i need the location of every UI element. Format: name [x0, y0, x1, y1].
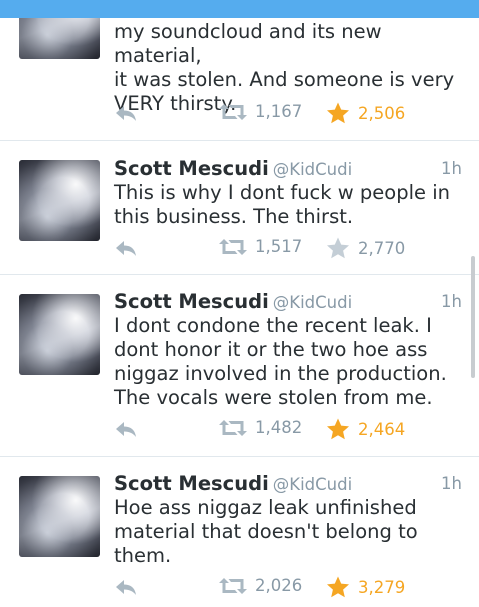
- favorite-button[interactable]: 2,770: [326, 237, 405, 260]
- avatar[interactable]: [19, 294, 100, 375]
- retweet-count: 1,167: [255, 102, 303, 121]
- favorite-count: 3,279: [358, 578, 406, 597]
- retweet-count: 1,517: [255, 237, 303, 256]
- tweet[interactable]: my soundcloud and its new material, it w…: [0, 0, 479, 141]
- tweet-actions: 1,517 2,770: [114, 237, 462, 263]
- author-handle[interactable]: @KidCudi: [273, 160, 352, 179]
- tweet-actions: 1,482 2,464: [114, 418, 462, 444]
- tweet[interactable]: Scott Mescudi @KidCudi 1h I dont condone …: [0, 275, 479, 457]
- tweet-text: I dont condone the recent leak. I dont h…: [114, 314, 447, 409]
- reply-icon[interactable]: [114, 418, 138, 444]
- avatar[interactable]: [19, 160, 100, 241]
- favorite-button[interactable]: 2,464: [326, 418, 405, 441]
- star-icon: [327, 576, 349, 598]
- tweet-text: This is why I dont fuck w people in this…: [114, 181, 450, 228]
- tweet-actions: 2,026 3,279: [114, 576, 462, 602]
- timestamp: 1h: [441, 474, 462, 493]
- favorite-count: 2,770: [358, 239, 406, 258]
- retweet-icon: [219, 238, 247, 255]
- favorite-count: 2,506: [358, 104, 406, 123]
- author-handle[interactable]: @KidCudi: [273, 475, 352, 494]
- status-bar: [0, 0, 479, 18]
- retweet-icon: [219, 419, 247, 436]
- retweet-count: 2,026: [255, 576, 303, 595]
- tweet-actions: 1,167 2,506: [114, 102, 462, 128]
- retweet-button[interactable]: 1,167: [219, 102, 302, 121]
- favorite-button[interactable]: 3,279: [326, 576, 405, 599]
- author-name[interactable]: Scott Mescudi: [114, 290, 269, 313]
- avatar[interactable]: [19, 476, 100, 557]
- timestamp: 1h: [441, 159, 462, 178]
- tweet[interactable]: Scott Mescudi @KidCudi 1h This is why I d…: [0, 141, 479, 275]
- retweet-button[interactable]: 1,517: [219, 237, 302, 256]
- tweet[interactable]: Scott Mescudi @KidCudi 1h Hoe ass niggaz …: [0, 457, 479, 607]
- tweet-header: Scott Mescudi @KidCudi 1h: [114, 290, 462, 316]
- retweet-button[interactable]: 2,026: [219, 576, 302, 595]
- reply-icon[interactable]: [114, 576, 138, 602]
- favorite-count: 2,464: [358, 420, 406, 439]
- author-handle[interactable]: @KidCudi: [273, 293, 352, 312]
- retweet-count: 1,482: [255, 418, 303, 437]
- retweet-button[interactable]: 1,482: [219, 418, 302, 437]
- star-icon: [327, 237, 349, 259]
- star-icon: [327, 418, 349, 440]
- reply-icon[interactable]: [114, 237, 138, 263]
- star-icon: [327, 102, 349, 124]
- reply-icon[interactable]: [114, 102, 138, 128]
- author-name[interactable]: Scott Mescudi: [114, 472, 269, 495]
- favorite-button[interactable]: 2,506: [326, 102, 405, 125]
- author-name[interactable]: Scott Mescudi: [114, 157, 269, 180]
- tweet-header: Scott Mescudi @KidCudi 1h: [114, 472, 462, 498]
- timestamp: 1h: [441, 292, 462, 311]
- scrollbar[interactable]: [471, 256, 475, 378]
- tweet-text: Hoe ass niggaz leak unfinished material …: [114, 496, 418, 567]
- retweet-icon: [219, 577, 247, 594]
- retweet-icon: [219, 103, 247, 120]
- tweet-header: Scott Mescudi @KidCudi 1h: [114, 157, 462, 183]
